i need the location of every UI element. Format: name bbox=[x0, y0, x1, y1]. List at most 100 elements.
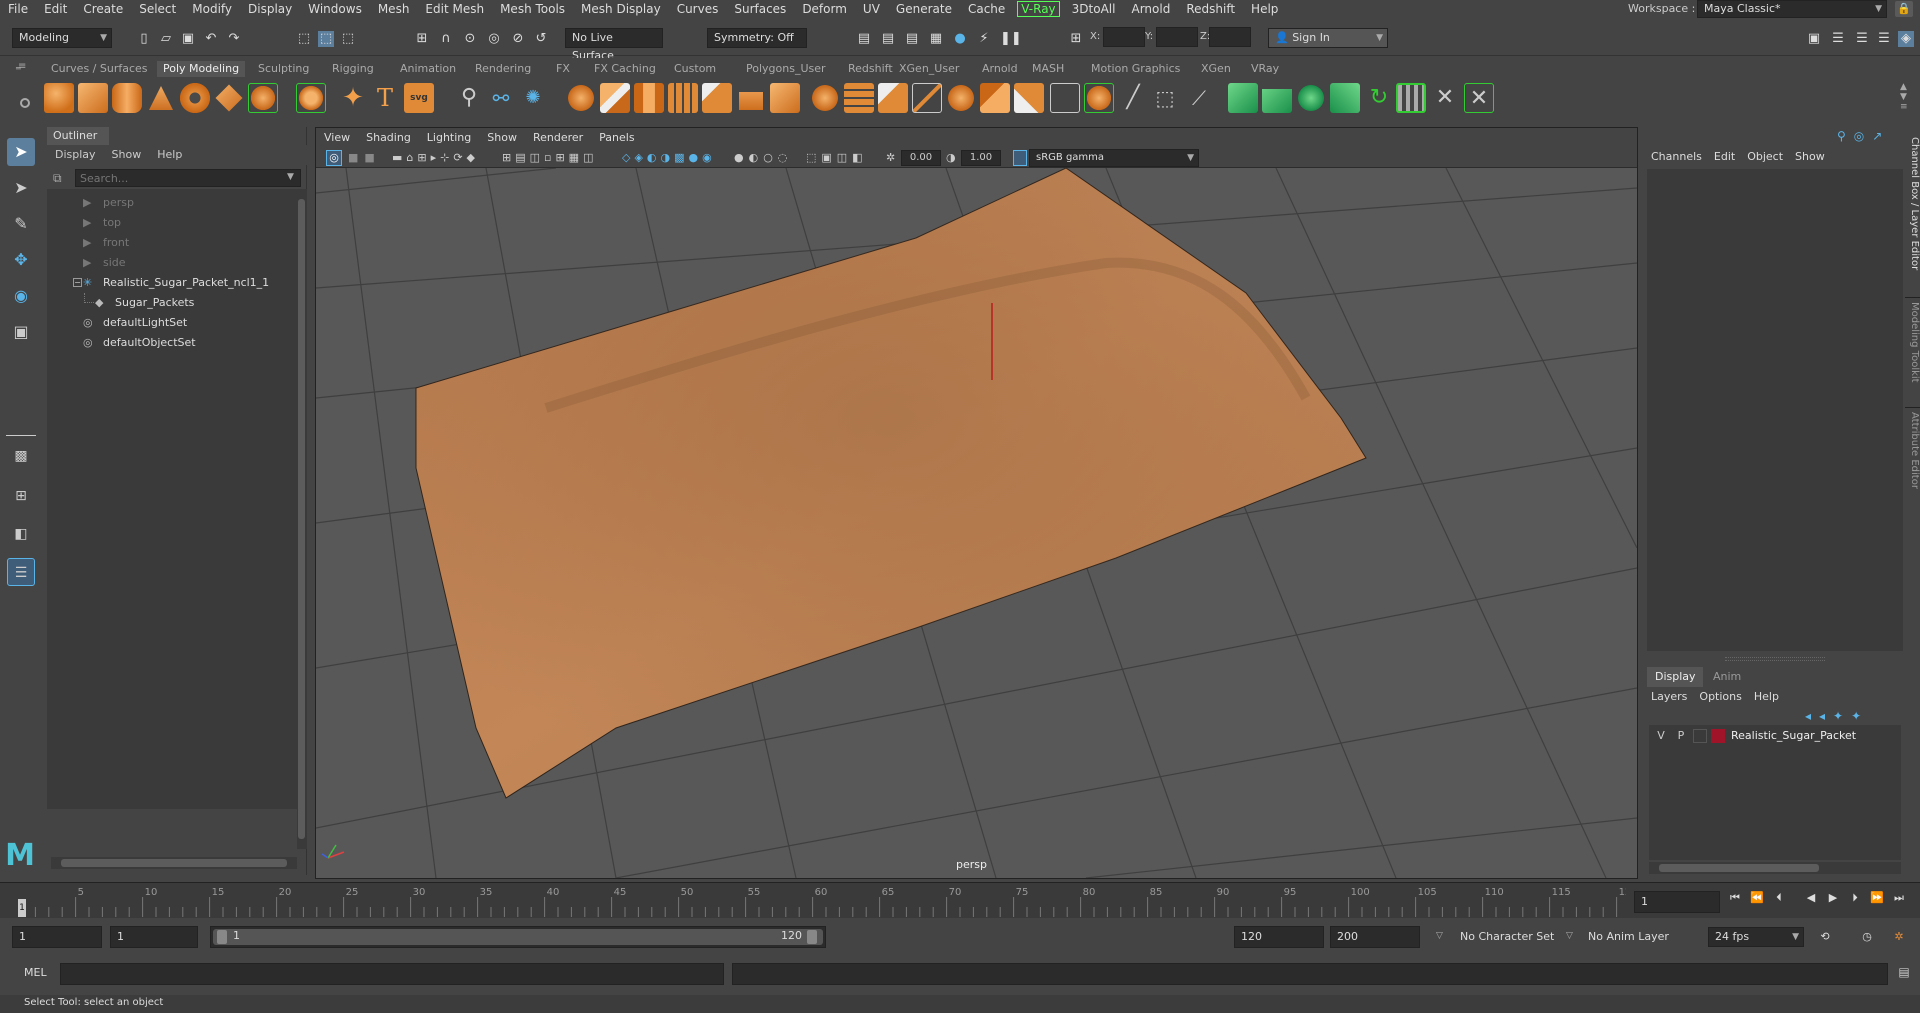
range-end-handle[interactable] bbox=[807, 930, 817, 944]
mirror-icon[interactable] bbox=[739, 92, 763, 110]
outliner-item[interactable]: ▶ side bbox=[47, 253, 297, 273]
viewport-menu-shading[interactable]: Shading bbox=[358, 128, 419, 148]
rotate-tool-icon[interactable]: ◉ bbox=[7, 282, 35, 310]
step-forward-key-icon[interactable]: ⏩ bbox=[1870, 890, 1884, 906]
bookmark-icons[interactable]: ▬⌂⊞▸⊹⟳◆ bbox=[392, 151, 479, 164]
scene-start-field[interactable]: 1 bbox=[12, 926, 102, 948]
outliner-menu-display[interactable]: Display bbox=[47, 145, 104, 165]
step-back-key-icon[interactable]: ⏪ bbox=[1750, 890, 1764, 906]
snap-grid-icon[interactable]: ⊞ bbox=[414, 31, 430, 47]
step-forward-frame-icon[interactable]: ⏵ bbox=[1848, 890, 1862, 906]
menu-surfaces[interactable]: Surfaces bbox=[726, 0, 794, 18]
outliner-scroll-thumb[interactable] bbox=[298, 199, 305, 839]
shelf-tab-motion-graphics[interactable]: Motion Graphics bbox=[1085, 61, 1186, 77]
shelf-tab-polygons-user[interactable]: Polygons_User bbox=[740, 61, 832, 77]
modeling-toolkit-icon[interactable]: ▣ bbox=[1806, 31, 1822, 47]
layout-uv-icon[interactable]: ✕ bbox=[1430, 83, 1460, 113]
insert-edge-loop-icon[interactable] bbox=[1084, 83, 1114, 113]
menu-mesh-display[interactable]: Mesh Display bbox=[573, 0, 669, 18]
move-tool-icon[interactable]: ✥ bbox=[7, 246, 35, 274]
spherical-map-icon[interactable] bbox=[1330, 83, 1360, 113]
uv-editor-icon[interactable] bbox=[1228, 83, 1258, 113]
layer-menu-layers[interactable]: Layers bbox=[1645, 687, 1693, 707]
viewport-menu-view[interactable]: View bbox=[316, 128, 358, 148]
render-settings-icon[interactable]: ▤ bbox=[904, 31, 920, 47]
fps-dropdown[interactable]: 24 fps ▼ bbox=[1708, 927, 1804, 947]
ipr-render-icon[interactable]: ▤ bbox=[880, 31, 896, 47]
boolean-icon[interactable] bbox=[702, 83, 732, 113]
outliner-item[interactable]: ▶ persp bbox=[47, 193, 297, 213]
smooth-icon[interactable] bbox=[668, 83, 698, 113]
channel-box-icon[interactable]: ☰ bbox=[1876, 31, 1892, 47]
current-frame-marker[interactable]: 1 bbox=[18, 899, 26, 917]
tool-settings-icon[interactable]: ☰ bbox=[1854, 31, 1870, 47]
side-tab-attribute-editor[interactable]: Attribute Editor bbox=[1905, 412, 1920, 512]
poly-plane-icon[interactable] bbox=[215, 84, 243, 112]
auto-seams-icon[interactable]: ↻ bbox=[1364, 83, 1394, 113]
single-perspective-view-icon[interactable]: ▩ bbox=[7, 442, 35, 470]
menu-edit-mesh[interactable]: Edit Mesh bbox=[417, 0, 492, 18]
playback-start-field[interactable]: 1 bbox=[110, 926, 198, 948]
snap-surface-icon[interactable]: ↺ bbox=[533, 31, 549, 47]
attribute-editor-icon[interactable]: ☰ bbox=[1830, 31, 1846, 47]
viewport-menu-renderer[interactable]: Renderer bbox=[525, 128, 591, 148]
mode-dropdown[interactable]: Modeling ▼ bbox=[12, 28, 112, 48]
shelf-tab-xgen[interactable]: XGen bbox=[1195, 61, 1237, 77]
timeline-track[interactable]: 5 10 15 20 25 30 35 40 45 50 55 60 65 70 75 80 85 90 95 100… bbox=[18, 885, 1626, 917]
outliner-item[interactable]: ◆ Sugar_Packets bbox=[47, 293, 297, 313]
snap-point-icon[interactable]: ⊙ bbox=[462, 31, 478, 47]
pause-render-icon[interactable]: ❚❚ bbox=[1000, 31, 1022, 47]
menu-edit[interactable]: Edit bbox=[36, 0, 75, 18]
unfold-icon[interactable] bbox=[1396, 83, 1426, 113]
append-polygon-icon[interactable] bbox=[844, 83, 874, 113]
slide-edge-icon[interactable]: ⬚ bbox=[1150, 83, 1180, 113]
channel-box-menu-show[interactable]: Show bbox=[1789, 147, 1831, 167]
shelf-scroll-icon[interactable]: ▲ ▼ ≡ bbox=[1900, 82, 1908, 112]
outliner-item[interactable]: ▶ top bbox=[47, 213, 297, 233]
outliner-menu-help[interactable]: Help bbox=[149, 145, 190, 165]
menu-curves[interactable]: Curves bbox=[669, 0, 727, 18]
outliner-hscroll-thumb[interactable] bbox=[61, 859, 287, 867]
menu-3dtoall[interactable]: 3DtoAll bbox=[1064, 0, 1124, 18]
redo-icon[interactable]: ↷ bbox=[226, 31, 242, 47]
render-current-frame-icon[interactable]: ▤ bbox=[856, 31, 872, 47]
outliner-item[interactable]: ▶ front bbox=[47, 233, 297, 253]
persp-outliner-icon[interactable]: ◧ bbox=[7, 520, 35, 548]
mesh-icon[interactable]: ✺ bbox=[518, 83, 548, 113]
merge-icon[interactable] bbox=[946, 83, 976, 113]
save-scene-icon[interactable]: ▣ bbox=[180, 31, 196, 47]
layer-visibility-toggle[interactable]: V bbox=[1653, 728, 1669, 744]
layer-create-icons[interactable]: ◂◂✦✦ bbox=[1805, 709, 1869, 723]
range-start-handle[interactable] bbox=[217, 930, 227, 944]
play-forwards-icon[interactable]: ▶ bbox=[1826, 890, 1840, 906]
outliner-item[interactable]: ◎ defaultLightSet bbox=[47, 313, 297, 333]
lasso-tool-icon[interactable]: ➤ bbox=[7, 174, 35, 202]
paint-select-tool-icon[interactable]: ✎ bbox=[7, 210, 35, 238]
panel-splitter[interactable] bbox=[1725, 657, 1825, 661]
shelf-tab-poly-modeling[interactable]: Poly Modeling bbox=[157, 61, 246, 77]
viewport-canvas[interactable] bbox=[316, 168, 1637, 878]
snap-live-icon[interactable]: ⊘ bbox=[510, 31, 526, 47]
range-bar[interactable]: 1 120 bbox=[210, 926, 826, 948]
shading-icons[interactable]: ◇◈◐◑▩●◉ bbox=[622, 151, 716, 164]
collapse-icon[interactable] bbox=[980, 83, 1010, 113]
color-space-dropdown[interactable]: sRGB gamma ▼ bbox=[1029, 149, 1199, 167]
viewport-menu-show[interactable]: Show bbox=[479, 128, 525, 148]
poly-cone-icon[interactable] bbox=[149, 86, 173, 110]
platonic-solid-icon[interactable] bbox=[296, 83, 326, 113]
four-view-icon[interactable]: ⊞ bbox=[7, 482, 35, 510]
select-by-object-icon[interactable]: ⬚ bbox=[318, 31, 334, 47]
connect-icon[interactable]: ╱ bbox=[1118, 83, 1148, 113]
type-tool-icon[interactable]: T bbox=[370, 83, 400, 113]
channel-box-header-icons[interactable]: ⚲◎↗ bbox=[1837, 129, 1890, 143]
menu-deform[interactable]: Deform bbox=[794, 0, 855, 18]
shelf-tab-animation[interactable]: Animation bbox=[394, 61, 462, 77]
live-surface-field[interactable]: No Live Surface bbox=[565, 28, 663, 62]
layer-editor-icon[interactable]: ◈ bbox=[1898, 31, 1914, 47]
symmetry-dropdown[interactable]: Symmetry: Off bbox=[707, 28, 807, 48]
select-by-hierarchy-icon[interactable]: ⬚ bbox=[296, 31, 312, 47]
x-field[interactable] bbox=[1103, 27, 1145, 47]
poly-sphere-icon[interactable] bbox=[44, 83, 74, 113]
anim-layer-label[interactable]: No Anim Layer bbox=[1588, 930, 1669, 943]
range-bar-fill[interactable] bbox=[213, 929, 823, 945]
